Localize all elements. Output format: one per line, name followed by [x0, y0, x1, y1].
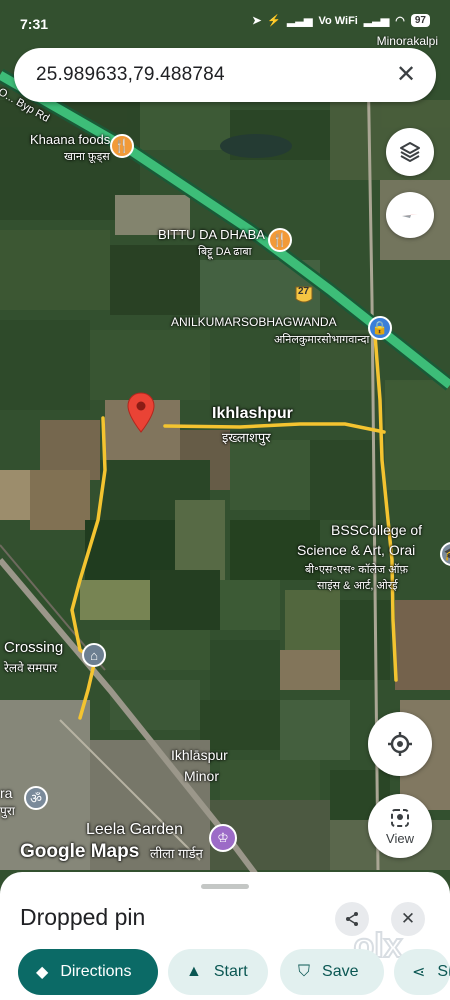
- close-icon[interactable]: ✕: [392, 61, 420, 89]
- view-label: View: [386, 830, 414, 846]
- temple-icon[interactable]: ॐ: [24, 786, 48, 810]
- compass-button[interactable]: [386, 192, 434, 238]
- place-crossing[interactable]: Crossing: [4, 639, 63, 656]
- place-left-edge: ra: [0, 785, 13, 801]
- directions-button[interactable]: ◆ Directions: [18, 949, 158, 995]
- map-view[interactable]: O... Byp Rd 27 Khaana foods खाना फ़ूड्स …: [0, 0, 450, 1000]
- railway-crossing-icon[interactable]: ⌂: [82, 643, 106, 667]
- place-minorakalpi: Minorakalpi: [376, 34, 438, 48]
- place-khaana-foods[interactable]: Khaana foods: [30, 132, 110, 147]
- compass-icon: [402, 214, 418, 218]
- status-bar: 7:31 ➤ ⚡ ▂▃▅ Vo WiFi ▂▃▅ ◠ 97 Minorakalp…: [0, 0, 450, 48]
- lock-icon[interactable]: 🔒: [368, 316, 392, 340]
- wifi-calling-icon: ⚡: [267, 15, 282, 27]
- layers-icon: [400, 142, 420, 162]
- place-bittu-da-dhaba[interactable]: BITTU DA DHABA: [158, 227, 265, 242]
- layers-button[interactable]: [386, 128, 434, 176]
- share-label: Sha: [437, 963, 450, 980]
- place-ikhlaspur-minor-1: Ikhlāspur: [171, 747, 228, 763]
- dropped-pin-marker[interactable]: [126, 392, 156, 434]
- start-button[interactable]: ▲ Start: [168, 949, 268, 995]
- restaurant-icon[interactable]: 🍴: [268, 228, 292, 252]
- search-bar[interactable]: 25.989633,79.488784 ✕: [14, 48, 436, 102]
- place-leela-garden[interactable]: Leela Garden: [86, 821, 183, 839]
- wifi-icon: ◠: [395, 15, 405, 27]
- navigation-arrow-icon: ▲: [186, 963, 202, 980]
- share-icon: ⋖: [412, 964, 426, 981]
- venue-icon[interactable]: ♔: [209, 824, 237, 852]
- place-bss-college-hi2: साइंस & आर्ट, ओरई: [317, 580, 398, 592]
- google-maps-logo: Google Maps: [20, 841, 140, 862]
- place-bss-college-hi1: बी॰एस॰एस॰ कॉलेज ऑफ़: [305, 564, 408, 576]
- sheet-drag-handle[interactable]: [201, 884, 249, 889]
- place-left-edge-hi: पुरा: [0, 804, 15, 818]
- signal-icon: ▂▃▅: [287, 15, 313, 27]
- place-bss-college-line1[interactable]: BSSCollege of: [331, 522, 422, 538]
- place-leela-garden-hi: लीला गार्डन: [150, 846, 203, 861]
- bookmark-icon: ⛉: [298, 963, 311, 980]
- save-button[interactable]: ⛉ Save: [280, 949, 384, 995]
- status-time: 7:31: [20, 16, 49, 32]
- street-view-button[interactable]: View: [368, 794, 432, 858]
- place-khaana-foods-hi: खाना फ़ूड्स: [64, 151, 110, 163]
- restaurant-icon[interactable]: 🍴: [110, 134, 134, 158]
- signal-icon: ▂▃▅: [363, 15, 390, 27]
- status-icons: ➤ ⚡ ▂▃▅ Vo WiFi ▂▃▅ ◠ 97: [252, 14, 430, 27]
- street-view-icon: [391, 808, 409, 827]
- sheet-title: Dropped pin: [20, 904, 146, 930]
- place-ikhlaspur-minor-2: Minor: [184, 768, 220, 784]
- battery-icon: 97: [410, 14, 430, 27]
- place-anilkumar-hi: अनिलकुमारसोभागवान्दा: [274, 334, 370, 346]
- place-ikhlashpur[interactable]: Ikhlashpur: [212, 405, 293, 423]
- directions-label: Directions: [60, 963, 132, 980]
- start-label: Start: [213, 963, 248, 980]
- share-button[interactable]: ⋖ Sha: [394, 949, 450, 995]
- search-query[interactable]: 25.989633,79.488784: [36, 64, 225, 86]
- save-label: Save: [322, 963, 359, 980]
- navigation-icon: ➤: [252, 15, 262, 27]
- crosshair-icon: [388, 732, 412, 756]
- place-bittu-da-dhaba-hi: बिट्टू DA ढाबा: [198, 246, 252, 258]
- directions-icon: ◆: [36, 964, 49, 981]
- highway-number: 27: [298, 286, 310, 297]
- place-crossing-hi: रेलवे समपार: [4, 661, 58, 675]
- my-location-button[interactable]: [368, 712, 432, 776]
- vowifi-label: Vo WiFi: [318, 14, 358, 27]
- place-anilkumar[interactable]: ANILKUMARSOBHAGWANDA: [171, 315, 337, 329]
- place-ikhlashpur-hi: इख्लाशपुर: [222, 430, 271, 445]
- place-bss-college-line2[interactable]: Science & Art, Orai: [297, 542, 415, 558]
